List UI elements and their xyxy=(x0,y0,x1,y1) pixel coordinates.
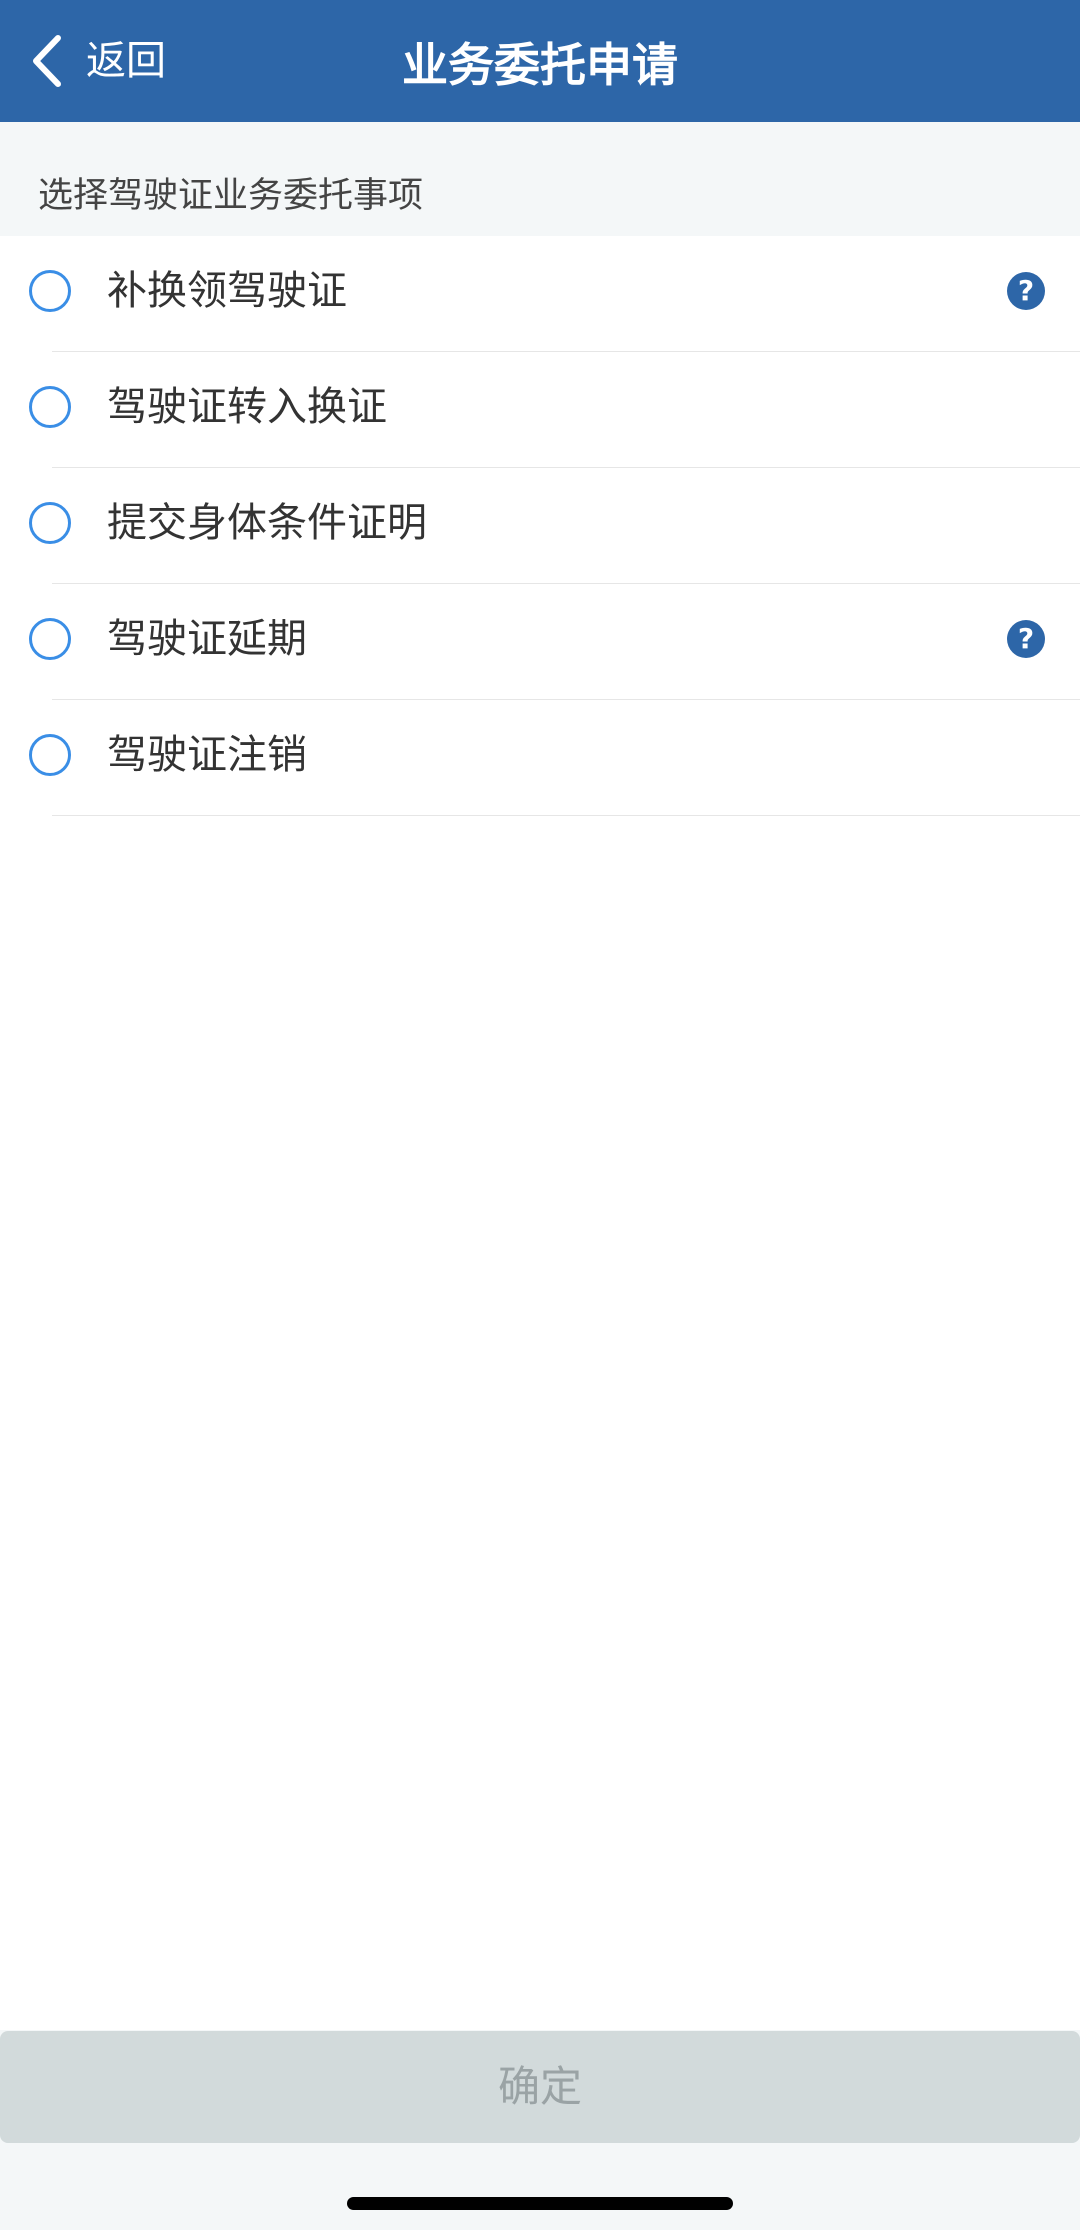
option-item-transfer-license[interactable]: 驾驶证转入换证 xyxy=(0,352,1080,468)
option-item-cancel-license[interactable]: 驾驶证注销 xyxy=(0,700,1080,816)
option-label: 补换领驾驶证 xyxy=(107,268,347,314)
back-button[interactable]: 返回 xyxy=(28,30,166,92)
option-label: 驾驶证延期 xyxy=(107,616,307,662)
option-item-extend-license[interactable]: 驾驶证延期 ? xyxy=(0,584,1080,700)
radio-unchecked-icon[interactable] xyxy=(29,502,71,544)
option-item-replace-license[interactable]: 补换领驾驶证 ? xyxy=(0,236,1080,352)
option-item-health-certificate[interactable]: 提交身体条件证明 xyxy=(0,468,1080,584)
radio-unchecked-icon[interactable] xyxy=(29,618,71,660)
section-title: 选择驾驶证业务委托事项 xyxy=(38,176,424,216)
option-label: 驾驶证转入换证 xyxy=(107,384,387,430)
section-header: 选择驾驶证业务委托事项 xyxy=(0,122,1080,236)
option-label: 驾驶证注销 xyxy=(107,732,307,778)
option-label: 提交身体条件证明 xyxy=(107,500,427,546)
confirm-button[interactable]: 确定 xyxy=(0,2031,1080,2143)
option-list: 补换领驾驶证 ? 驾驶证转入换证 提交身体条件证明 驾驶证延期 ? 驾驶证注销 xyxy=(0,236,1080,2030)
radio-unchecked-icon[interactable] xyxy=(29,734,71,776)
question-circle-icon[interactable]: ? xyxy=(1007,620,1045,658)
question-circle-icon[interactable]: ? xyxy=(1007,272,1045,310)
back-label: 返回 xyxy=(86,38,166,84)
home-indicator[interactable] xyxy=(347,2197,733,2210)
divider xyxy=(52,815,1080,816)
radio-unchecked-icon[interactable] xyxy=(29,386,71,428)
nav-bar: 业务委托申请 返回 xyxy=(0,0,1080,122)
radio-unchecked-icon[interactable] xyxy=(29,270,71,312)
chevron-left-icon xyxy=(33,35,61,87)
